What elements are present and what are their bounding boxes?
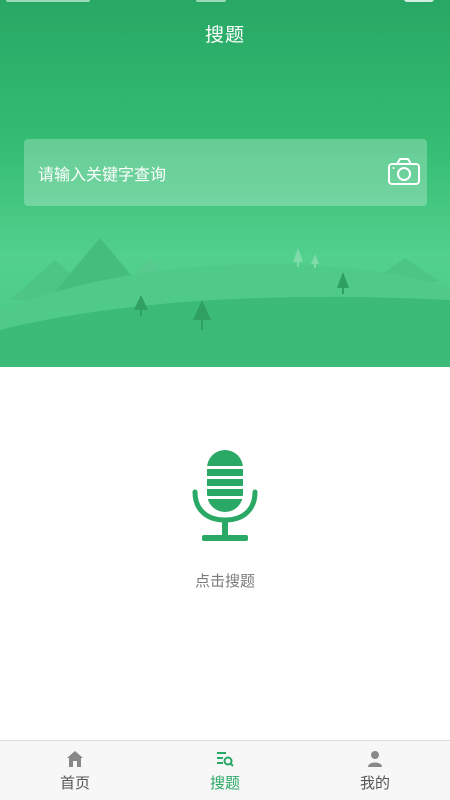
tab-search[interactable]: 搜题: [150, 741, 300, 800]
hero-banner: 搜题 请输入关键字查询: [0, 0, 450, 367]
tab-mine[interactable]: 我的: [300, 741, 450, 800]
tree-4: [293, 248, 303, 267]
battery-icon: [404, 0, 434, 2]
home-icon: [66, 750, 84, 768]
status-clock: [196, 0, 226, 2]
tab-search-label: 搜题: [209, 774, 240, 792]
bottom-tab-bar: 首页 搜题 我的: [0, 740, 450, 800]
user-icon: [366, 750, 384, 768]
camera-icon[interactable]: [387, 156, 421, 188]
tab-home-label: 首页: [59, 774, 90, 792]
search-placeholder: 请输入关键字查询: [38, 165, 167, 184]
status-bar: [0, 0, 450, 6]
page-title: 搜题: [204, 24, 245, 46]
signal-indicator: [6, 0, 90, 2]
microphone-icon[interactable]: [190, 448, 260, 544]
tab-home[interactable]: 首页: [0, 741, 150, 800]
voice-search-label[interactable]: 点击搜题: [0, 570, 450, 591]
search-page: 搜题 请输入关键字查询 点击搜题 首页 搜题 我的: [0, 0, 450, 800]
search-input[interactable]: 请输入关键字查询: [24, 139, 427, 206]
search-list-icon: [216, 750, 234, 768]
landscape-illustration: [0, 238, 450, 367]
tab-mine-label: 我的: [359, 774, 390, 792]
